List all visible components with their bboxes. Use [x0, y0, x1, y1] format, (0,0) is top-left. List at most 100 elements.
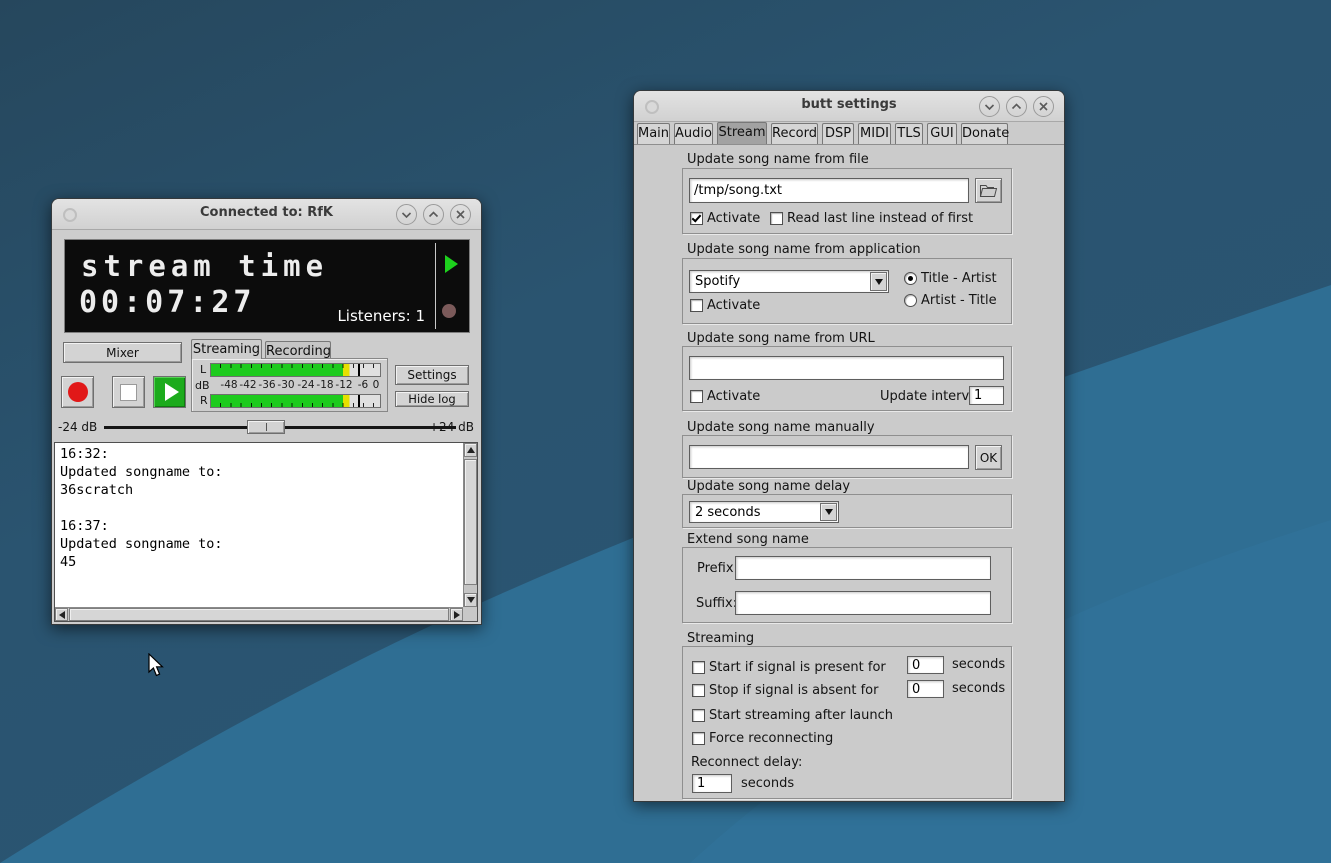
suffix-input[interactable]: [735, 591, 991, 615]
title-artist-radio[interactable]: [904, 272, 917, 285]
scroll-left-button[interactable]: [55, 608, 68, 621]
app-select[interactable]: Spotify: [689, 270, 889, 293]
tab-streaming[interactable]: Streaming: [191, 339, 262, 359]
play-button[interactable]: [153, 376, 186, 408]
start-signal-label: Start if signal is present for: [709, 660, 886, 675]
tab-label: Main: [638, 126, 669, 141]
record-button[interactable]: [61, 376, 94, 408]
vu-scale: -48 -42 -36 -30 -24 -18 -12 -6 0: [210, 379, 381, 391]
vu-right-bar: [210, 394, 381, 408]
reconnect-delay-input[interactable]: [692, 774, 732, 793]
shade-button[interactable]: [979, 96, 1000, 117]
gain-slider-handle[interactable]: [247, 420, 285, 434]
vu-ticks-bottom: [211, 403, 380, 407]
close-button[interactable]: [450, 204, 471, 225]
vu-scale-tick: -12: [335, 379, 352, 391]
artist-title-radio[interactable]: [904, 294, 917, 307]
manual-ok-button[interactable]: OK: [975, 445, 1002, 470]
maximize-button[interactable]: [1006, 96, 1027, 117]
section-app-title: Update song name from application: [687, 242, 921, 257]
arrow-up-icon: [467, 447, 475, 453]
shade-button[interactable]: [396, 204, 417, 225]
vu-ticks-top: [211, 364, 380, 368]
tab-dsp[interactable]: DSP: [822, 123, 854, 144]
tab-stream[interactable]: Stream: [717, 122, 767, 144]
read-last-line-checkbox[interactable]: [770, 212, 783, 225]
tab-main[interactable]: Main: [637, 123, 670, 144]
dropdown-arrow-button[interactable]: [870, 272, 887, 291]
stop-signal-seconds-input[interactable]: [907, 680, 944, 698]
vu-left-bar: [210, 363, 381, 377]
delay-select[interactable]: 2 seconds: [689, 501, 839, 523]
section-streaming-title: Streaming: [687, 631, 754, 646]
vu-scale-tick: -42: [239, 379, 256, 391]
tab-audio[interactable]: Audio: [674, 123, 713, 144]
log-vscrollbar[interactable]: [463, 443, 477, 607]
start-signal-checkbox[interactable]: [692, 661, 705, 674]
delay-select-value: 2 seconds: [695, 505, 761, 520]
arrow-down-icon: [467, 597, 475, 603]
vu-right-label: R: [200, 394, 208, 407]
tab-label: GUI: [930, 126, 953, 141]
dropdown-arrow-button[interactable]: [820, 503, 837, 521]
file-activate-checkbox[interactable]: [690, 212, 703, 225]
settings-titlebar[interactable]: butt settings: [634, 91, 1064, 122]
url-input[interactable]: [689, 356, 1004, 380]
tab-record[interactable]: Record: [771, 123, 818, 144]
force-reconnect-label: Force reconnecting: [709, 731, 833, 746]
settings-button[interactable]: Settings: [395, 365, 469, 385]
lcd-divider: [435, 243, 436, 329]
log-hscrollbar[interactable]: [55, 607, 463, 621]
scroll-up-button[interactable]: [464, 443, 477, 457]
arrow-right-icon: [454, 611, 460, 619]
main-window: Connected to: RfK stream time 00:07:27 L…: [51, 198, 482, 625]
stop-button[interactable]: [112, 376, 145, 408]
prefix-input[interactable]: [735, 556, 991, 580]
main-titlebar[interactable]: Connected to: RfK: [52, 199, 481, 230]
seconds-label: seconds: [952, 681, 1005, 696]
maximize-button[interactable]: [423, 204, 444, 225]
gain-min-label: -24 dB: [58, 420, 97, 434]
vu-scale-tick: -36: [258, 379, 275, 391]
start-signal-seconds-input[interactable]: [907, 656, 944, 674]
section-url: Activate Update interval: [682, 346, 1012, 411]
update-interval-label: Update interval: [880, 389, 981, 404]
hscroll-thumb[interactable]: [69, 608, 449, 621]
vu-left-peak-marker: [358, 364, 360, 376]
start-after-launch-checkbox[interactable]: [692, 709, 705, 722]
lcd-mode-label: stream time: [81, 249, 328, 283]
manual-songname-input[interactable]: [689, 445, 969, 469]
tab-donate[interactable]: Donate: [961, 123, 1008, 144]
read-last-line-label: Read last line instead of first: [787, 211, 973, 226]
app-activate-label: Activate: [707, 298, 760, 313]
vu-scale-tick: -18: [316, 379, 333, 391]
section-extend: Prefix: Suffix:: [682, 547, 1012, 623]
hide-log-button[interactable]: Hide log: [395, 391, 469, 407]
mixer-button[interactable]: Mixer: [63, 342, 182, 363]
log-area: 16:32: Updated songname to: 36scratch 16…: [54, 442, 478, 622]
tab-tls[interactable]: TLS: [895, 123, 923, 144]
app-activate-checkbox[interactable]: [690, 299, 703, 312]
tab-midi[interactable]: MIDI: [858, 123, 891, 144]
stop-signal-checkbox[interactable]: [692, 684, 705, 697]
vscroll-thumb[interactable]: [464, 459, 477, 585]
url-activate-checkbox[interactable]: [690, 390, 703, 403]
scroll-down-button[interactable]: [464, 593, 477, 607]
browse-file-button[interactable]: [975, 178, 1002, 203]
chevron-up-icon: [1007, 97, 1026, 116]
force-reconnect-checkbox[interactable]: [692, 732, 705, 745]
tab-label: Audio: [675, 126, 712, 141]
close-button[interactable]: [1033, 96, 1054, 117]
url-activate-label: Activate: [707, 389, 760, 404]
section-delay: 2 seconds: [682, 494, 1012, 528]
songfile-path-input[interactable]: [689, 178, 969, 203]
vu-scale-tick: -24: [297, 379, 314, 391]
tab-gui[interactable]: GUI: [927, 123, 957, 144]
mixer-button-label: Mixer: [106, 346, 139, 360]
scroll-right-button[interactable]: [450, 608, 463, 621]
update-interval-input[interactable]: [969, 386, 1004, 405]
scrollbar-corner: [463, 607, 477, 621]
section-manual-title: Update song name manually: [687, 420, 875, 435]
tab-recording[interactable]: Recording: [265, 341, 331, 359]
prefix-label: Prefix:: [697, 561, 738, 576]
